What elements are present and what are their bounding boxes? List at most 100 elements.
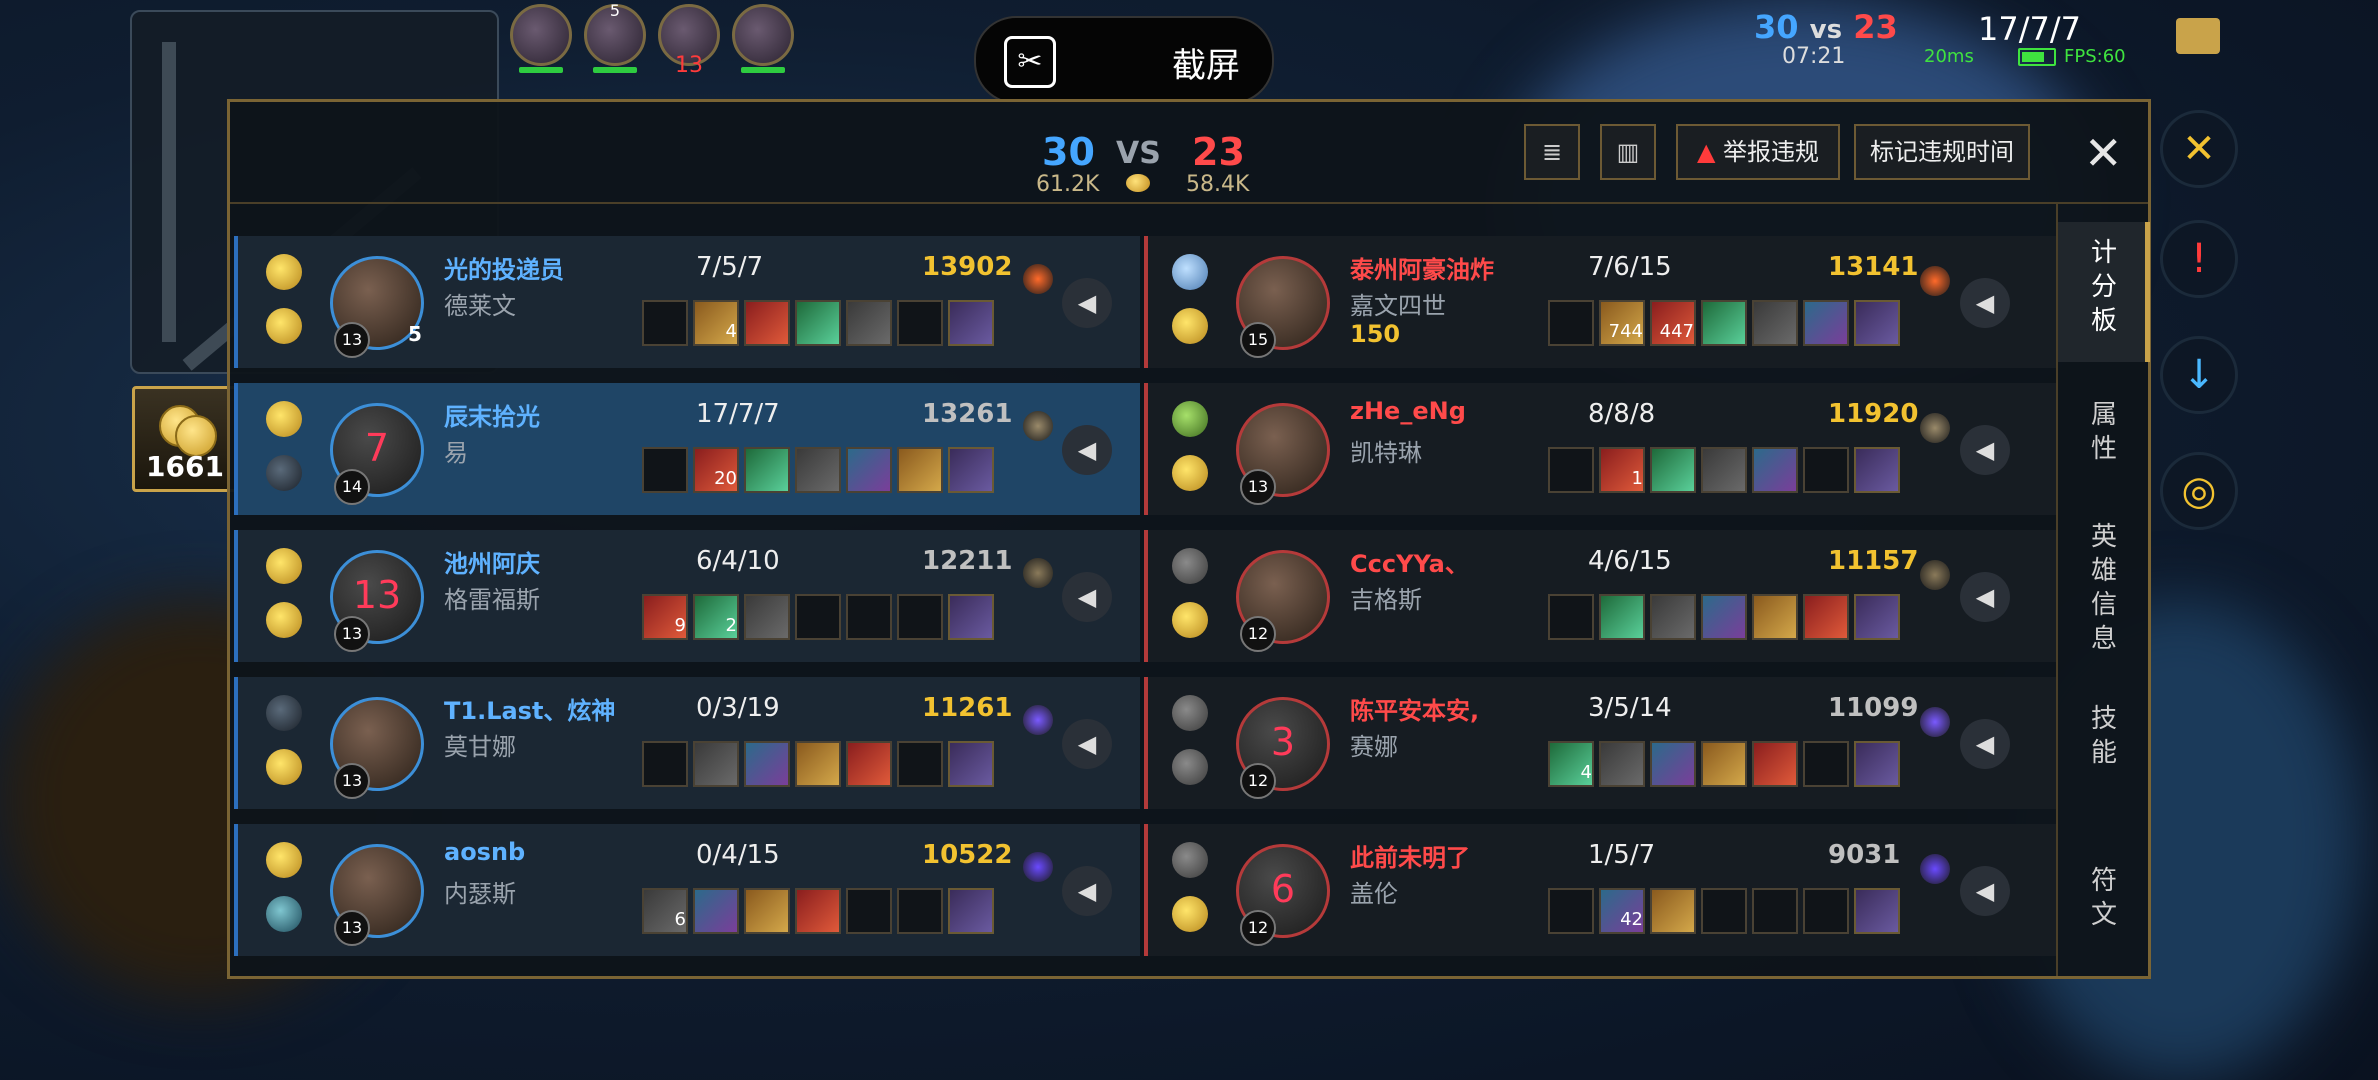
- tab-runes[interactable]: 符 文: [2058, 864, 2150, 944]
- item-slot[interactable]: [1701, 447, 1747, 493]
- item-slot[interactable]: 744: [1599, 300, 1645, 346]
- mute-button[interactable]: ◀: [1062, 425, 1112, 475]
- red-player-row[interactable]: 12 CccYYa、 吉格斯 4/6/15 11157 ◀: [1144, 530, 2058, 662]
- item-slot[interactable]: [1548, 888, 1594, 934]
- ally-champion-icon[interactable]: 13: [658, 4, 720, 78]
- item-slot[interactable]: 6: [642, 888, 688, 934]
- item-slot[interactable]: [795, 741, 841, 787]
- item-slot[interactable]: [897, 741, 943, 787]
- item-slot[interactable]: [1701, 741, 1747, 787]
- item-slot[interactable]: [1752, 594, 1798, 640]
- gold-counter[interactable]: 1661: [132, 386, 238, 492]
- item-slot[interactable]: [744, 741, 790, 787]
- mute-button[interactable]: ◀: [1062, 278, 1112, 328]
- trinket-slot[interactable]: [1854, 300, 1900, 346]
- item-slot[interactable]: [1548, 594, 1594, 640]
- item-slot[interactable]: [1599, 741, 1645, 787]
- retreat-ping-icon[interactable]: ↓: [2160, 336, 2238, 414]
- trinket-slot[interactable]: [1854, 594, 1900, 640]
- item-slot[interactable]: [795, 888, 841, 934]
- mute-button[interactable]: ◀: [1960, 425, 2010, 475]
- item-slot[interactable]: [693, 888, 739, 934]
- item-slot[interactable]: [1650, 741, 1696, 787]
- item-slot[interactable]: [744, 594, 790, 640]
- trinket-slot[interactable]: [948, 741, 994, 787]
- crossed-swords-icon[interactable]: ✕: [2160, 110, 2238, 188]
- item-slot[interactable]: 447: [1650, 300, 1696, 346]
- item-slot[interactable]: [1752, 447, 1798, 493]
- mute-button[interactable]: ◀: [1960, 278, 2010, 328]
- item-slot[interactable]: [1650, 594, 1696, 640]
- item-slot[interactable]: [1701, 300, 1747, 346]
- trinket-slot[interactable]: [1854, 741, 1900, 787]
- item-slot[interactable]: [642, 741, 688, 787]
- item-slot[interactable]: 9: [642, 594, 688, 640]
- mute-button[interactable]: ◀: [1062, 719, 1112, 769]
- item-slot[interactable]: [1752, 300, 1798, 346]
- item-slot[interactable]: [642, 300, 688, 346]
- item-slot[interactable]: 42: [1599, 888, 1645, 934]
- item-slot[interactable]: [744, 447, 790, 493]
- gold-compare-button[interactable]: ≣: [1524, 124, 1580, 180]
- report-button[interactable]: ▲ 举报违规: [1676, 124, 1840, 180]
- trinket-slot[interactable]: [948, 447, 994, 493]
- book-button[interactable]: ▥: [1600, 124, 1656, 180]
- trinket-slot[interactable]: [948, 888, 994, 934]
- item-slot[interactable]: [1752, 888, 1798, 934]
- red-player-row[interactable]: 15 泰州阿豪油炸 嘉文四世 150 7/6/15 13141 744 447 ◀: [1144, 236, 2058, 368]
- mute-button[interactable]: ◀: [1062, 572, 1112, 622]
- item-slot[interactable]: [1803, 594, 1849, 640]
- red-player-row[interactable]: 6 12 此前未明了 盖伦 1/5/7 9031 42 ◀: [1144, 824, 2058, 956]
- red-player-row[interactable]: 13 zHe_eNg 凯特琳 8/8/8 11920 1 ◀: [1144, 383, 2058, 515]
- ally-champion-icon[interactable]: 5: [584, 1, 646, 73]
- trinket-slot[interactable]: [1854, 447, 1900, 493]
- item-slot[interactable]: [897, 888, 943, 934]
- item-slot[interactable]: [1650, 888, 1696, 934]
- mute-button[interactable]: ◀: [1960, 572, 2010, 622]
- item-slot[interactable]: [693, 741, 739, 787]
- tab-hero-info[interactable]: 英 雄 信 息: [2058, 520, 2150, 660]
- item-slot[interactable]: [1650, 447, 1696, 493]
- item-slot[interactable]: [1803, 888, 1849, 934]
- item-slot[interactable]: [897, 300, 943, 346]
- item-slot[interactable]: 4: [1548, 741, 1594, 787]
- mute-button[interactable]: ◀: [1960, 719, 2010, 769]
- item-slot[interactable]: [1701, 594, 1747, 640]
- item-slot[interactable]: [1701, 888, 1747, 934]
- blue-player-row[interactable]: 13 aosnb 内瑟斯 0/4/15 10522 6 ◀: [234, 824, 1140, 956]
- mute-button[interactable]: ◀: [1062, 866, 1112, 916]
- item-slot[interactable]: [897, 447, 943, 493]
- tab-attributes[interactable]: 属 性: [2058, 398, 2150, 488]
- item-slot[interactable]: [795, 594, 841, 640]
- close-icon[interactable]: ✕: [2084, 126, 2123, 180]
- item-slot[interactable]: 20: [693, 447, 739, 493]
- trinket-slot[interactable]: [948, 594, 994, 640]
- item-slot[interactable]: [795, 447, 841, 493]
- mark-time-button[interactable]: 标记违规时间: [1854, 124, 2030, 180]
- item-slot[interactable]: [846, 300, 892, 346]
- help-ping-icon[interactable]: ◎: [2160, 452, 2238, 530]
- item-slot[interactable]: [1548, 447, 1594, 493]
- item-slot[interactable]: [1599, 594, 1645, 640]
- screenshot-button[interactable]: ✂ 截屏: [974, 16, 1274, 104]
- item-slot[interactable]: 2: [693, 594, 739, 640]
- alert-ping-icon[interactable]: !: [2160, 220, 2238, 298]
- item-slot[interactable]: [1548, 300, 1594, 346]
- item-slot[interactable]: [1803, 447, 1849, 493]
- item-slot[interactable]: 4: [693, 300, 739, 346]
- blue-player-row[interactable]: 213T1.Last、炫神莫甘娜0/3/1911261◀: [234, 677, 1140, 809]
- item-slot[interactable]: [846, 447, 892, 493]
- item-slot[interactable]: [846, 594, 892, 640]
- item-slot[interactable]: [1803, 741, 1849, 787]
- item-slot[interactable]: [1752, 741, 1798, 787]
- item-slot[interactable]: [1803, 300, 1849, 346]
- item-slot[interactable]: [744, 888, 790, 934]
- item-slot[interactable]: [846, 888, 892, 934]
- red-player-row[interactable]: 44312陈平安本安,赛娜3/5/14110994◀: [1144, 677, 2058, 809]
- tab-scoreboard[interactable]: 计 分 板: [2058, 222, 2150, 362]
- chat-icon[interactable]: [2176, 18, 2220, 54]
- ally-champion-icon[interactable]: [732, 4, 794, 73]
- trinket-slot[interactable]: [948, 300, 994, 346]
- item-slot[interactable]: [795, 300, 841, 346]
- item-slot[interactable]: [744, 300, 790, 346]
